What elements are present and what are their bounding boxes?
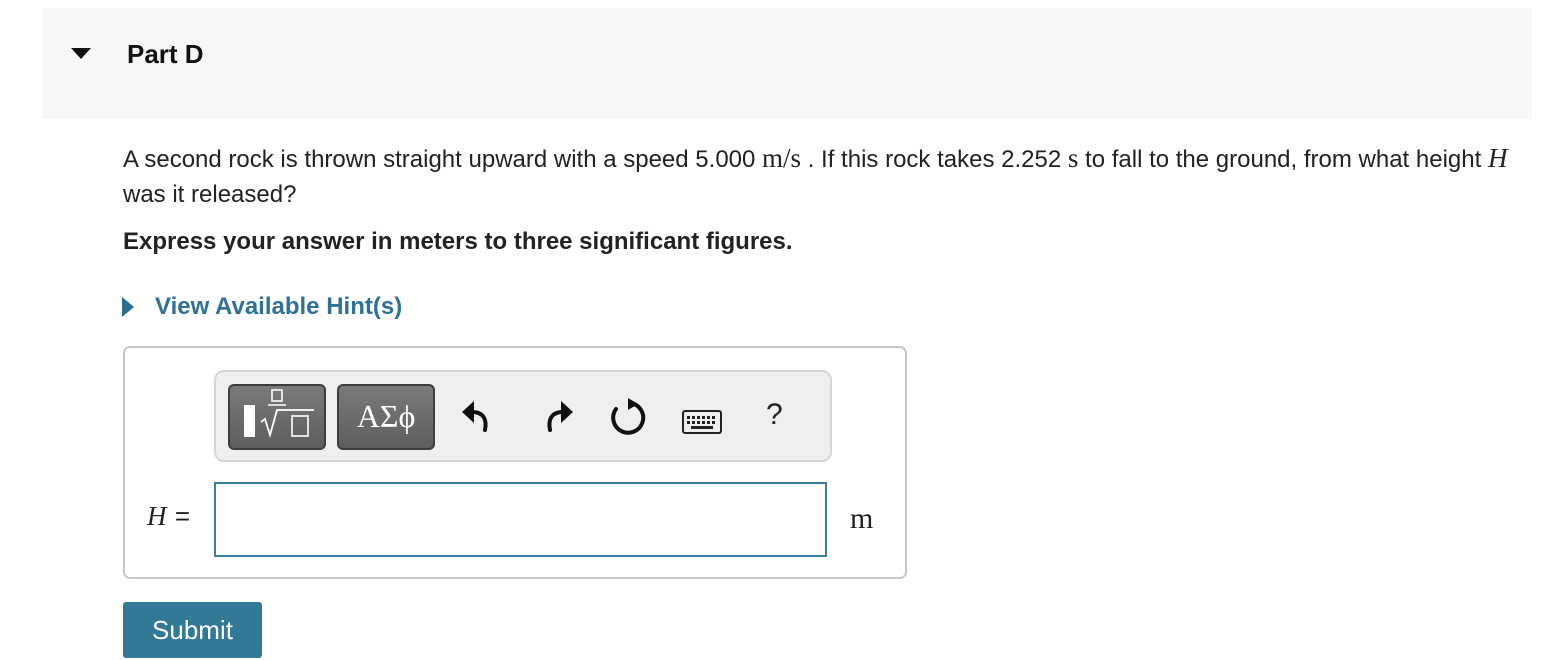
answer-variable: H bbox=[147, 501, 167, 531]
view-hints-toggle[interactable]: View Available Hint(s) bbox=[122, 290, 402, 324]
answer-input[interactable] bbox=[214, 482, 827, 557]
question-text: A second rock is thrown straight upward … bbox=[123, 141, 1543, 212]
question-text-4: was it released? bbox=[123, 181, 297, 208]
fraction-sqrt-template-icon bbox=[244, 389, 314, 439]
equals-sign: = bbox=[174, 501, 191, 531]
instruction-text: Express your answer in meters to three s… bbox=[123, 228, 793, 255]
reset-icon[interactable] bbox=[607, 396, 647, 436]
answer-unit: m bbox=[850, 502, 874, 535]
speed-unit: m/s bbox=[762, 143, 802, 173]
part-header: Part D bbox=[42, 8, 1532, 119]
undo-icon[interactable] bbox=[459, 396, 499, 436]
expand-triangle-icon bbox=[122, 297, 134, 317]
question-variable: H bbox=[1487, 143, 1508, 173]
question-text-1: A second rock is thrown straight upward … bbox=[123, 146, 756, 173]
submit-button[interactable]: Submit bbox=[123, 602, 262, 658]
math-toolbar: ΑΣϕ ? bbox=[214, 370, 832, 462]
keyboard-icon[interactable] bbox=[682, 410, 722, 434]
help-button[interactable]: ? bbox=[766, 398, 783, 432]
part-title: Part D bbox=[127, 39, 204, 69]
question-text-2: . If this rock takes 2.252 bbox=[807, 146, 1062, 173]
greek-symbols-button[interactable]: ΑΣϕ bbox=[337, 384, 435, 450]
redo-icon[interactable] bbox=[536, 396, 576, 436]
templates-button[interactable] bbox=[228, 384, 326, 450]
answer-box: ΑΣϕ ? H = m bbox=[123, 346, 907, 579]
time-unit: s bbox=[1067, 143, 1079, 173]
collapse-triangle-icon[interactable] bbox=[71, 48, 91, 59]
question-text-3: to fall to the ground, from what height bbox=[1085, 146, 1482, 173]
hint-link-label[interactable]: View Available Hint(s) bbox=[155, 293, 402, 321]
greek-symbols-label: ΑΣϕ bbox=[356, 398, 416, 434]
answer-variable-label: H = bbox=[147, 499, 190, 533]
